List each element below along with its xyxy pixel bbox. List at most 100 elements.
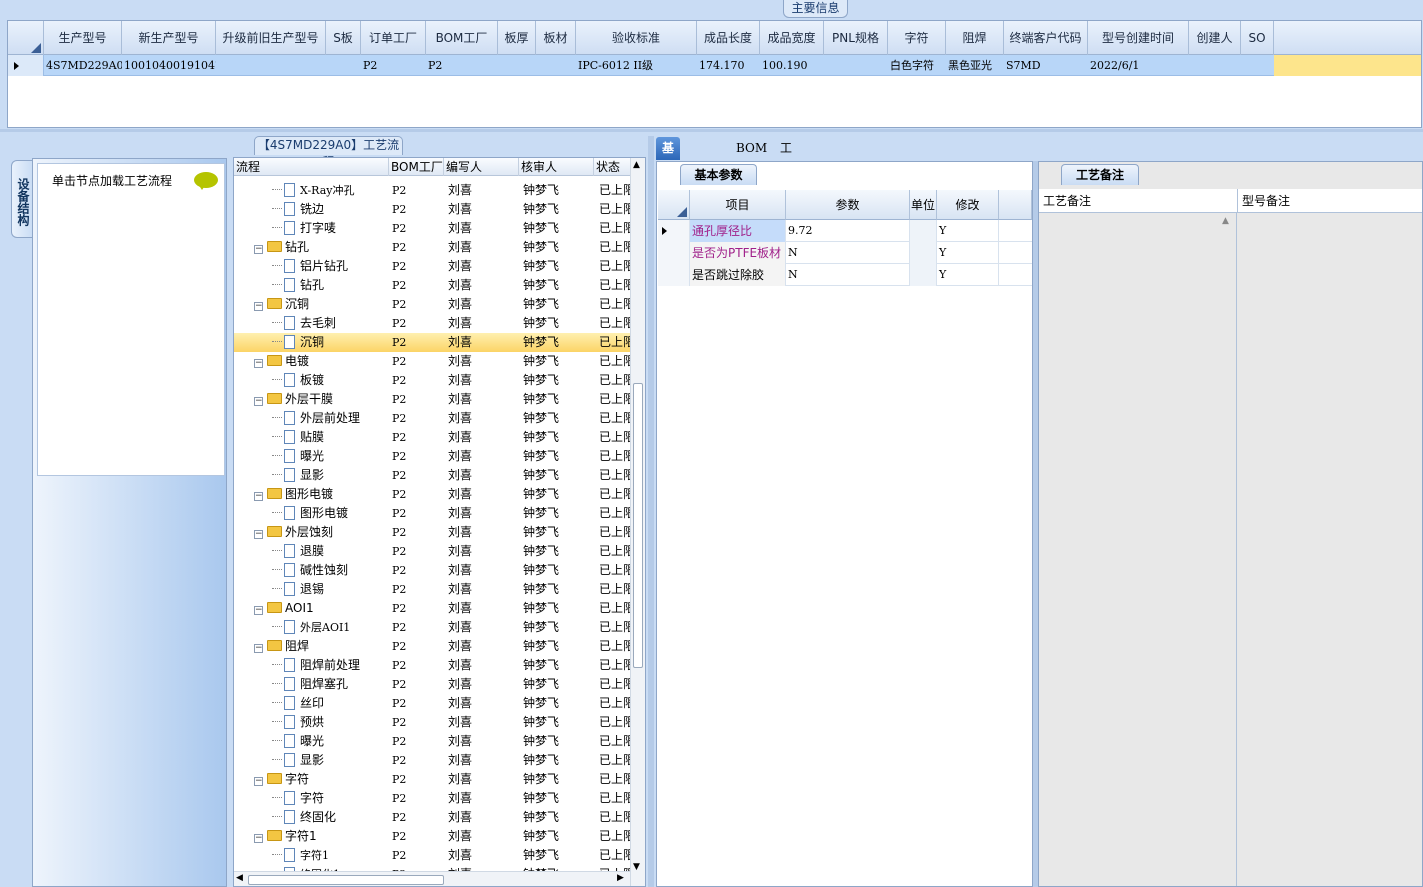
tree-node[interactable]: − 外层干膜 [254, 390, 389, 409]
scroll-up-icon[interactable]: ▲ [1222, 216, 1229, 226]
tree-row[interactable]: 铣边 P2 刘喜 钟梦飞 已上限 [234, 200, 631, 219]
tree-row[interactable]: − 沉铜 P2 刘喜 钟梦飞 已上限 [234, 295, 631, 314]
tree-row[interactable]: − 外层蚀刻 P2 刘喜 钟梦飞 已上限 [234, 523, 631, 542]
tree-node[interactable]: 预烘 [272, 713, 389, 732]
tree-node[interactable]: 丝印 [272, 694, 389, 713]
column-header[interactable]: 终端客户代码 [1004, 21, 1088, 55]
tree-row[interactable]: 打字唛 P2 刘喜 钟梦飞 已上限 [234, 219, 631, 238]
tree-node[interactable]: 铝片钻孔 [272, 257, 389, 276]
tree-node[interactable]: 曝光 [272, 447, 389, 466]
param-value[interactable]: N [786, 264, 910, 286]
tree-node[interactable]: 显影 [272, 751, 389, 770]
param-column-header[interactable]: 单位 [910, 190, 937, 220]
tree-row[interactable]: 预烘 P2 刘喜 钟梦飞 已上限 [234, 713, 631, 732]
tree-node[interactable]: 碱性蚀刻 [272, 561, 389, 580]
tree-node[interactable]: 板镀 [272, 371, 389, 390]
tree-row[interactable]: 外层AOI1 P2 刘喜 钟梦飞 已上限 [234, 618, 631, 637]
column-header[interactable]: 创建人 [1189, 21, 1241, 55]
column-header[interactable]: 订单工厂 [361, 21, 426, 55]
tree-node[interactable]: 阻焊塞孔 [272, 675, 389, 694]
vertical-splitter[interactable] [648, 136, 654, 887]
tree-row[interactable]: − 字符 P2 刘喜 钟梦飞 已上限 [234, 770, 631, 789]
tree-node[interactable]: 退锡 [272, 580, 389, 599]
collapse-icon[interactable]: − [254, 245, 263, 254]
column-header[interactable]: 新生产型号 [122, 21, 216, 55]
tree-row[interactable]: X-Ray冲孔 P2 刘喜 钟梦飞 已上限 [234, 181, 631, 200]
tree-node[interactable]: 钻孔 [272, 276, 389, 295]
tree-row[interactable]: 碱性蚀刻 P2 刘喜 钟梦飞 已上限 [234, 561, 631, 580]
param-column-header[interactable]: 修改 [937, 190, 999, 220]
column-header[interactable]: S板 [326, 21, 361, 55]
collapse-icon[interactable]: − [254, 530, 263, 539]
column-header[interactable]: 板材 [536, 21, 576, 55]
tree-node[interactable]: 终固化 [272, 808, 389, 827]
tree-node[interactable]: − 图形电镀 [254, 485, 389, 504]
column-header[interactable]: PNL规格 [824, 21, 888, 55]
tree-row[interactable]: 显影 P2 刘喜 钟梦飞 已上限 [234, 751, 631, 770]
tree-row[interactable]: 字符1 P2 刘喜 钟梦飞 已上限 [234, 846, 631, 865]
column-header[interactable]: 阻焊 [946, 21, 1004, 55]
column-header[interactable]: 升级前旧生产型号 [216, 21, 326, 55]
tree-row[interactable]: 钻孔 P2 刘喜 钟梦飞 已上限 [234, 276, 631, 295]
tree-row[interactable]: 曝光 P2 刘喜 钟梦飞 已上限 [234, 447, 631, 466]
collapse-icon[interactable]: − [254, 302, 263, 311]
param-row[interactable]: 是否跳过除胶 N Y [658, 264, 1032, 286]
tree-column-header[interactable]: 编写人 [444, 158, 519, 176]
tree-row[interactable]: 退膜 P2 刘喜 钟梦飞 已上限 [234, 542, 631, 561]
process-note-field[interactable] [1039, 213, 1237, 886]
collapse-icon[interactable]: − [254, 397, 263, 406]
tab-work-hours[interactable]: 工时 [774, 137, 798, 178]
tree-column-header[interactable]: 流程 [234, 158, 389, 176]
tree-column-header[interactable]: 状态 [594, 158, 634, 176]
tree-row[interactable]: 图形电镀 P2 刘喜 钟梦飞 已上限 [234, 504, 631, 523]
tree-row[interactable]: − 字符1 P2 刘喜 钟梦飞 已上限 [234, 827, 631, 846]
tree-row[interactable]: 外层前处理 P2 刘喜 钟梦飞 已上限 [234, 409, 631, 428]
tree-node[interactable]: 退膜 [272, 542, 389, 561]
column-header[interactable]: 验收标准 [576, 21, 697, 55]
param-column-header[interactable]: 项目 [690, 190, 786, 220]
tree-row[interactable]: − 外层干膜 P2 刘喜 钟梦飞 已上限 [234, 390, 631, 409]
tab-equipment-structure[interactable]: 设备结构 [11, 160, 33, 238]
tree-node[interactable]: 字符1 [272, 846, 389, 865]
tree-node[interactable]: 图形电镀 [272, 504, 389, 523]
collapse-icon[interactable]: − [254, 606, 263, 615]
param-modify[interactable]: Y [937, 264, 999, 286]
column-header[interactable]: 成品长度 [697, 21, 760, 55]
tree-node[interactable]: 显影 [272, 466, 389, 485]
tree-row[interactable]: 贴膜 P2 刘喜 钟梦飞 已上限 [234, 428, 631, 447]
tree-node[interactable]: 阻焊前处理 [272, 656, 389, 675]
scroll-left-icon[interactable]: ◀ [236, 873, 243, 883]
column-header[interactable]: 成品宽度 [760, 21, 824, 55]
tree-node[interactable]: − 钻孔 [254, 238, 389, 257]
tree-row[interactable]: − AOI1 P2 刘喜 钟梦飞 已上限 [234, 599, 631, 618]
tree-row[interactable]: 阻焊前处理 P2 刘喜 钟梦飞 已上限 [234, 656, 631, 675]
scroll-right-icon[interactable]: ▶ [617, 873, 624, 883]
process-flow-tree[interactable]: 流程BOM工厂编写人核审人状态 X-Ray冲孔P2刘喜钟梦飞已上限铣边P2刘喜钟… [233, 157, 646, 887]
tree-node[interactable]: 字符 [272, 789, 389, 808]
tree-row[interactable]: − 图形电镀 P2 刘喜 钟梦飞 已上限 [234, 485, 631, 504]
tree-node[interactable]: 铣边 [272, 200, 389, 219]
tree-row[interactable]: 阻焊塞孔 P2 刘喜 钟梦飞 已上限 [234, 675, 631, 694]
param-modify[interactable]: Y [937, 242, 999, 264]
tree-row[interactable]: 终固化 P2 刘喜 钟梦飞 已上限 [234, 808, 631, 827]
tree-node[interactable]: 曝光 [272, 732, 389, 751]
column-header[interactable]: SO [1241, 21, 1274, 55]
tree-row[interactable]: 字符 P2 刘喜 钟梦飞 已上限 [234, 789, 631, 808]
horizontal-splitter[interactable] [0, 129, 1423, 132]
tree-column-header[interactable]: 核审人 [519, 158, 594, 176]
equipment-tree[interactable] [37, 163, 225, 476]
tab-basic-info[interactable]: 基本信息 [656, 137, 681, 224]
tab-bom[interactable]: BOM [730, 137, 773, 160]
tree-row[interactable]: 沉铜 P2 刘喜 钟梦飞 已上限 [234, 333, 631, 352]
tree-node[interactable]: X-Ray冲孔 [272, 181, 389, 200]
tree-horizontal-scroll-thumb[interactable] [248, 875, 444, 885]
tree-node[interactable]: − 沉铜 [254, 295, 389, 314]
tree-row[interactable]: − 阻焊 P2 刘喜 钟梦飞 已上限 [234, 637, 631, 656]
collapse-icon[interactable]: − [254, 644, 263, 653]
param-unit[interactable] [910, 242, 937, 264]
tree-node[interactable]: 贴膜 [272, 428, 389, 447]
tree-node[interactable]: − 电镀 [254, 352, 389, 371]
tree-column-header[interactable]: BOM工厂 [389, 158, 444, 176]
tree-node[interactable]: − AOI1 [254, 599, 389, 618]
tree-node[interactable]: 外层AOI1 [272, 618, 389, 637]
